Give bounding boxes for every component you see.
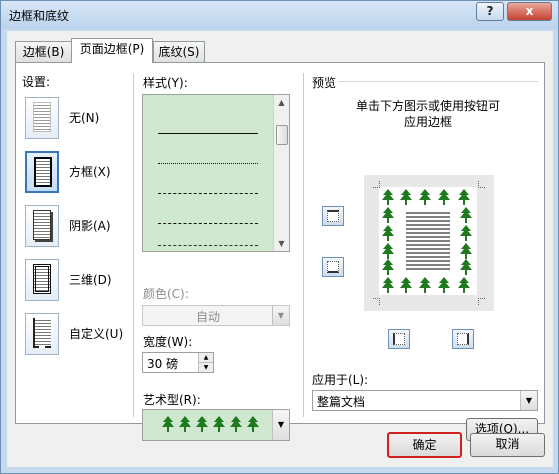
preview-text-lines — [406, 212, 450, 270]
style-label: 样式(Y): — [143, 76, 188, 90]
style-dash-dot-line[interactable] — [158, 245, 258, 246]
setting-box-label: 方框(X) — [69, 165, 111, 179]
preview-hint-1: 单击下方图示或使用按钮可 — [355, 99, 500, 113]
apply-to-value: 整篇文档 — [317, 395, 366, 409]
style-dashed-line[interactable] — [158, 193, 258, 194]
scroll-down-icon[interactable]: ▼ — [274, 236, 289, 251]
apply-to-select[interactable]: 整篇文档 ▼ — [312, 390, 538, 411]
chevron-down-icon[interactable]: ▼ — [520, 391, 537, 410]
preview-area[interactable] — [364, 175, 494, 311]
scroll-thumb[interactable] — [276, 125, 288, 145]
chevron-down-icon[interactable]: ▼ — [272, 410, 289, 440]
corner-mark — [478, 181, 485, 188]
tab-shading[interactable]: 底纹(S) — [153, 41, 205, 62]
style-list[interactable]: ▲ ▼ — [142, 94, 290, 252]
corner-mark — [373, 298, 380, 305]
corner-mark — [478, 298, 485, 305]
ok-button[interactable]: 确定 — [387, 432, 462, 458]
apply-to-label: 应用于(L): — [312, 373, 369, 387]
setting-shadow-button[interactable] — [25, 205, 59, 247]
top-border-button[interactable] — [322, 206, 344, 226]
setting-custom-button[interactable] — [25, 313, 59, 355]
style-scrollbar[interactable]: ▲ ▼ — [273, 95, 289, 251]
separator — [303, 73, 304, 417]
style-long-dash-line[interactable] — [158, 223, 258, 224]
style-solid-line[interactable] — [158, 133, 258, 134]
preview-hint-2: 应用边框 — [403, 115, 452, 129]
setting-shadow-label: 阴影(A) — [69, 219, 111, 233]
cancel-button[interactable]: 取消 — [470, 433, 545, 457]
setting-3d-icon — [33, 264, 51, 294]
tab-borders[interactable]: 边框(B) — [15, 41, 72, 62]
setting-box-icon — [34, 157, 52, 187]
setting-none-label: 无(N) — [69, 111, 100, 125]
corner-mark — [373, 181, 380, 188]
width-label: 宽度(W): — [143, 335, 193, 349]
setting-none-button[interactable] — [25, 97, 59, 139]
color-value: 自动 — [195, 310, 220, 324]
setting-custom-label: 自定义(U) — [69, 327, 124, 341]
chevron-down-icon: ▼ — [272, 306, 289, 325]
tab-page-border[interactable]: 页面边框(P) — [71, 38, 153, 63]
spin-up-icon[interactable]: ▲ — [198, 353, 213, 363]
setting-3d-button[interactable] — [25, 259, 59, 301]
preview-page — [379, 187, 477, 295]
separator — [133, 73, 134, 417]
preview-divider — [338, 81, 538, 82]
preview-label: 预览 — [312, 76, 337, 90]
tab-panel: 设置: 无(N) 方框(X) 阴影(A) 三维(D) 自定义(U) 样式(Y):… — [15, 62, 545, 441]
art-select[interactable]: ▼ — [142, 409, 290, 441]
scroll-up-icon[interactable]: ▲ — [274, 95, 289, 110]
settings-label: 设置: — [22, 75, 51, 89]
left-border-button[interactable] — [388, 329, 410, 349]
color-label: 颜色(C): — [143, 287, 189, 301]
setting-box-button[interactable] — [25, 151, 59, 193]
width-value[interactable]: 30 磅 — [147, 355, 178, 372]
title-bar[interactable]: 边框和底纹 ? x — [1, 1, 558, 29]
width-spinner[interactable]: 30 磅 ▲ ▼ — [142, 352, 214, 373]
art-label: 艺术型(R): — [143, 393, 201, 407]
dialog-window: 边框和底纹 ? x 边框(B) 页面边框(P) 底纹(S) 设置: 无(N) 方… — [0, 0, 559, 474]
dialog-body: 边框(B) 页面边框(P) 底纹(S) 设置: 无(N) 方框(X) 阴影(A)… — [7, 31, 553, 467]
setting-3d-label: 三维(D) — [69, 273, 112, 287]
right-border-button[interactable] — [452, 329, 474, 349]
window-title: 边框和底纹 — [9, 9, 70, 23]
color-select: 自动 ▼ — [142, 305, 290, 326]
setting-shadow-icon — [33, 210, 51, 240]
setting-none-icon — [33, 102, 51, 132]
help-button[interactable]: ? — [476, 2, 504, 21]
spin-down-icon[interactable]: ▼ — [198, 363, 213, 372]
bottom-border-button[interactable] — [322, 257, 344, 277]
close-button[interactable]: x — [507, 2, 552, 21]
setting-custom-icon — [33, 318, 51, 348]
style-dotted-line[interactable] — [158, 163, 258, 164]
